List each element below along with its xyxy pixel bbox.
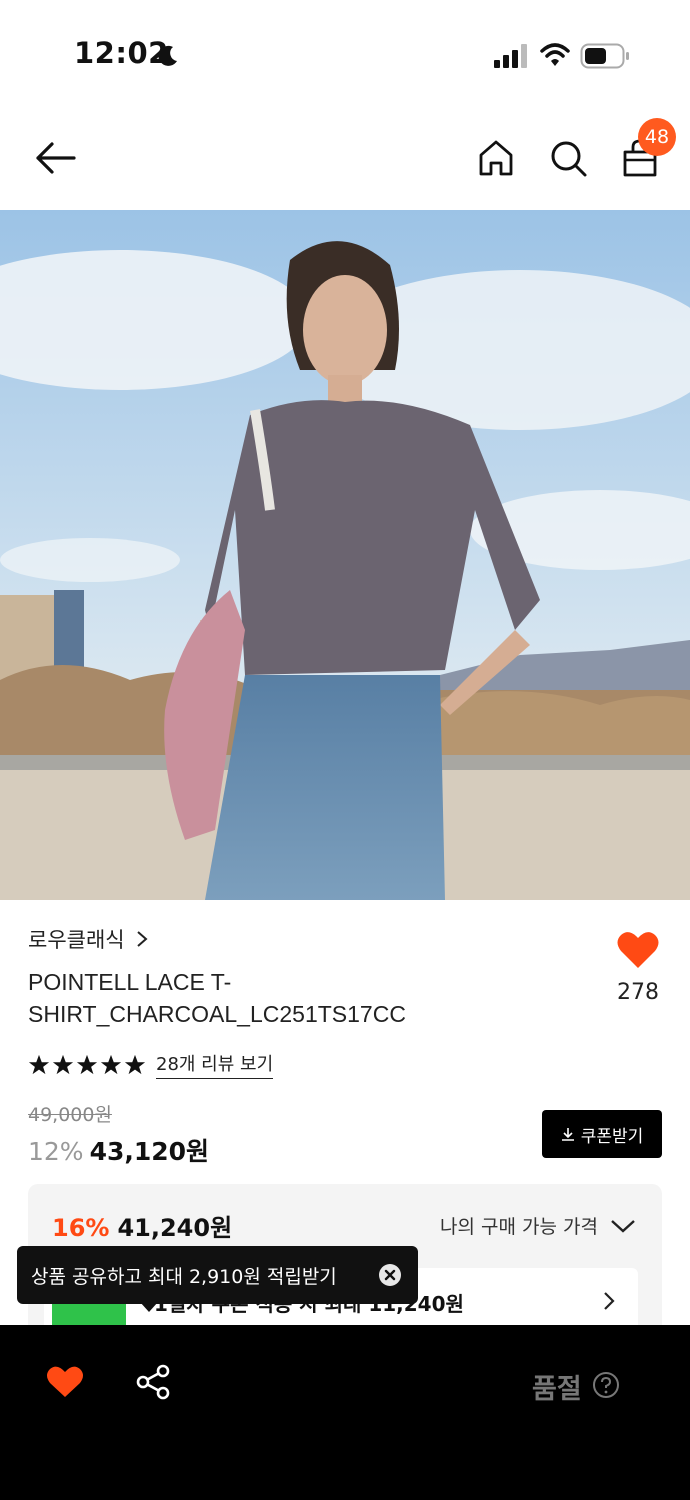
sold-out-label: 품절 <box>532 1374 582 1405</box>
bottom-action-bar: 품절 <box>0 1325 690 1500</box>
search-icon[interactable] <box>548 138 588 178</box>
back-arrow-icon[interactable] <box>32 138 78 178</box>
moon-icon <box>158 45 177 66</box>
review-link[interactable]: 28개 리뷰 보기 <box>156 1050 274 1079</box>
product-hero-image[interactable] <box>0 210 690 900</box>
help-icon[interactable] <box>592 1371 620 1399</box>
discount-rate: 12% <box>28 1137 84 1166</box>
wifi-icon <box>540 43 570 66</box>
share-icon[interactable] <box>134 1363 172 1401</box>
top-nav-bar <box>0 110 690 210</box>
battery-icon <box>580 43 629 69</box>
like-count: 278 <box>617 980 659 1005</box>
brand-name: 로우클래식 <box>28 928 125 952</box>
heart-icon[interactable] <box>46 1365 84 1399</box>
best-price: 41,240원 <box>117 1214 233 1242</box>
product-title: POINTELL LACE T-SHIRT_CHARCOAL_LC251TS17… <box>28 969 406 1027</box>
coupon-button-label: 쿠폰받기 <box>580 1126 644 1147</box>
star-icon <box>52 1054 74 1074</box>
star-icon <box>76 1054 98 1074</box>
status-time: 12:02 <box>74 36 169 70</box>
price-row: 12% 43,120원 <box>28 1132 209 1168</box>
tooltip-arrow <box>140 1302 158 1312</box>
rating-stars <box>28 1054 146 1076</box>
rating-row: 28개 리뷰 보기 <box>28 1050 274 1079</box>
best-price-row: 16% 41,240원 <box>52 1208 232 1243</box>
home-icon[interactable] <box>476 138 516 178</box>
signal-icon <box>494 44 527 68</box>
chevron-right-icon <box>136 931 148 947</box>
best-discount-rate: 16% <box>52 1214 110 1242</box>
my-price-label: 나의 구매 가능 가격 <box>440 1216 598 1238</box>
share-reward-tooltip: 상품 공유하고 최대 2,910원 적립받기 <box>17 1246 418 1304</box>
product-photo <box>0 210 690 900</box>
original-price: 49,000원 <box>28 1104 112 1126</box>
brand-link[interactable]: 로우클래식 <box>28 924 149 954</box>
coupon-download-button[interactable]: 쿠폰받기 <box>542 1110 662 1158</box>
cart-count-badge: 48 <box>638 118 676 156</box>
star-icon <box>28 1054 50 1074</box>
star-icon <box>100 1054 122 1074</box>
status-bar: 12:02 <box>0 0 690 110</box>
my-price-toggle[interactable]: 나의 구매 가능 가격 <box>440 1212 636 1239</box>
chevron-right-icon <box>604 1292 615 1310</box>
heart-icon[interactable] <box>616 930 660 970</box>
sale-price: 43,120원 <box>89 1137 210 1166</box>
download-icon <box>561 1128 574 1141</box>
chevron-down-icon <box>611 1219 635 1233</box>
tooltip-text: 상품 공유하고 최대 2,910원 적립받기 <box>31 1265 337 1288</box>
star-icon <box>124 1054 146 1074</box>
close-icon[interactable] <box>378 1263 402 1287</box>
